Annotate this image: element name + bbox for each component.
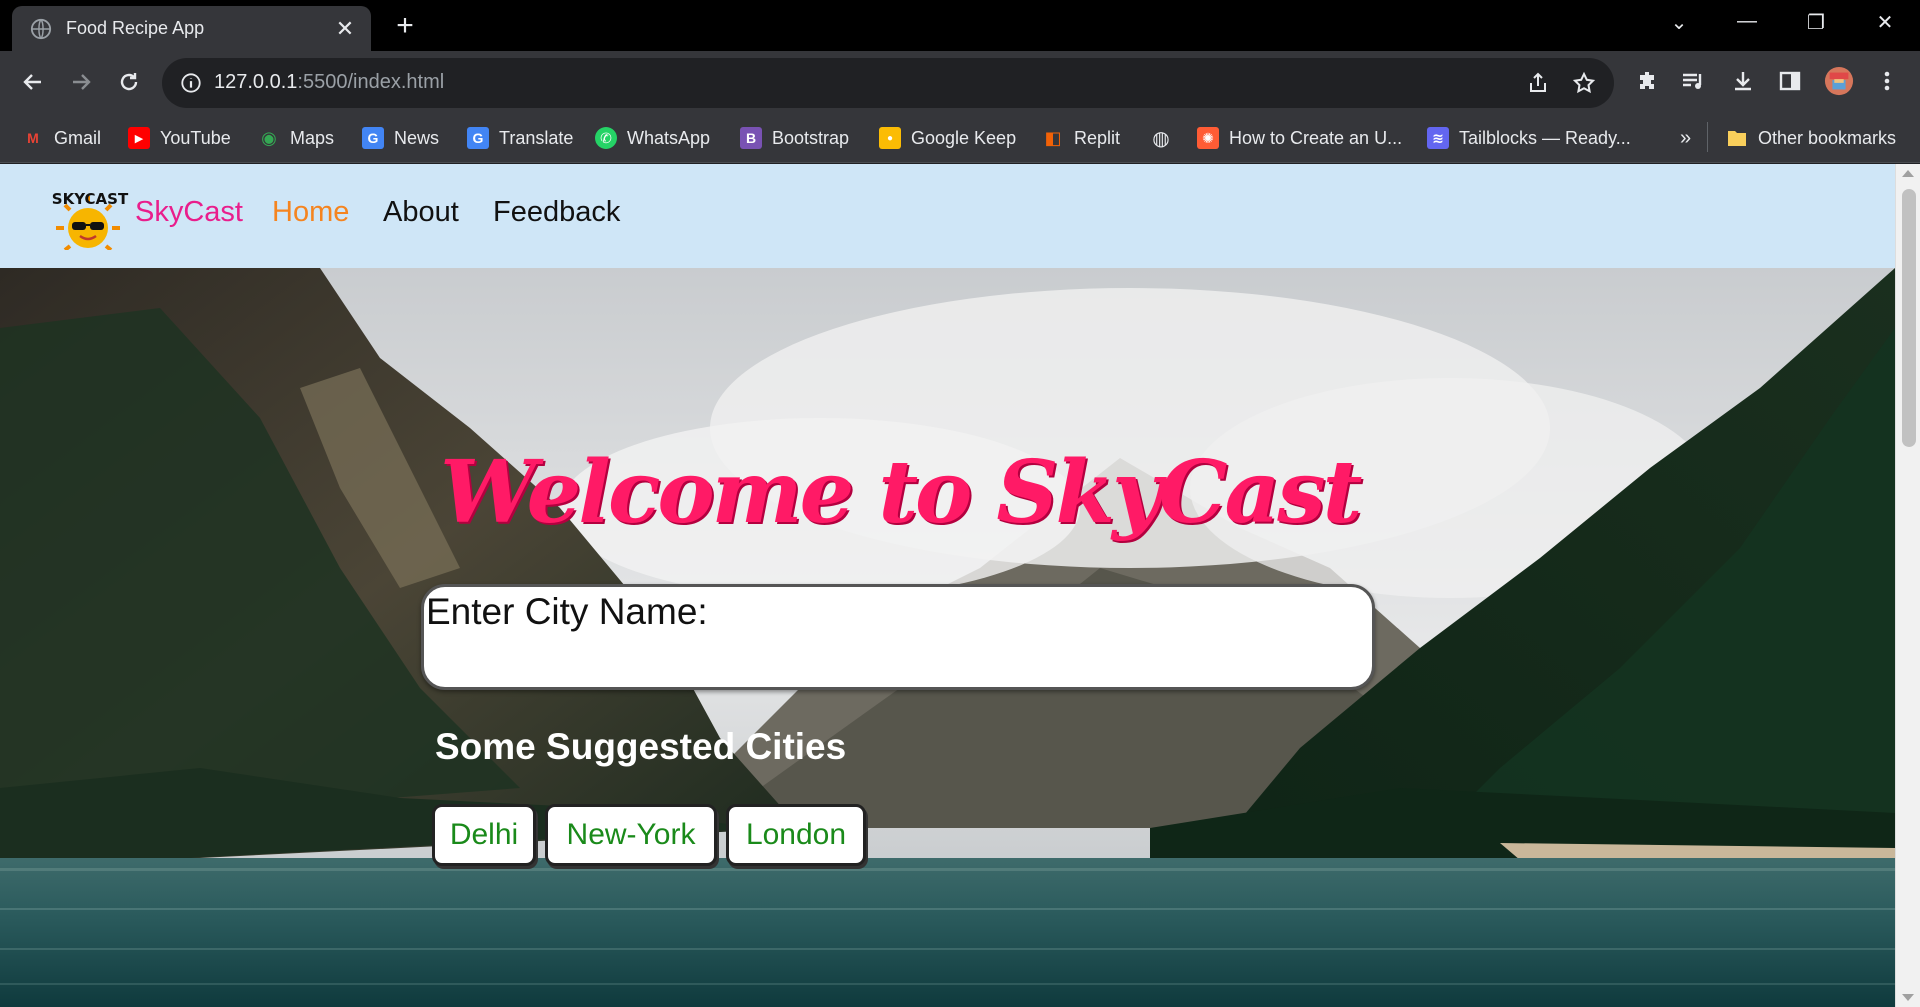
folder-icon xyxy=(1728,131,1746,146)
globe-icon: ◍ xyxy=(1152,127,1170,150)
tailblocks-icon: ≋ xyxy=(1427,127,1449,149)
scroll-down-arrow-icon[interactable] xyxy=(1902,994,1914,1001)
scrollbar-thumb[interactable] xyxy=(1902,189,1916,447)
gmail-icon: M xyxy=(27,130,39,146)
new-tab-button[interactable]: + xyxy=(390,11,420,41)
maps-icon: ◉ xyxy=(261,127,277,148)
restore-icon[interactable]: ❐ xyxy=(1801,10,1831,35)
tab-title: Food Recipe App xyxy=(66,18,205,38)
news-icon: G xyxy=(362,127,384,149)
url-text: 127.0.0.1:5500/index.html xyxy=(214,71,445,93)
whatsapp-icon: ✆ xyxy=(595,127,617,149)
page-viewport: SKYCAST SkyCast Home About Feedback Welc… xyxy=(0,164,1895,1007)
share-icon[interactable] xyxy=(1526,71,1550,95)
site-info-icon[interactable] xyxy=(180,72,202,94)
bookmark-how-to-create[interactable]: ✺ How to Create an U... xyxy=(1197,125,1402,151)
bookmark-maps[interactable]: ◉ Maps xyxy=(258,125,334,151)
bookmarks-separator xyxy=(1707,122,1708,152)
city-chip-london[interactable]: London xyxy=(726,804,866,866)
bookmarks-bar: M Gmail ▶ YouTube ◉ Maps G News G Translate ✆… xyxy=(0,113,1920,163)
menu-kebab-icon[interactable] xyxy=(1872,66,1902,96)
bookmark-globe[interactable]: ◍ xyxy=(1150,125,1182,151)
svg-text:SKYCAST: SKYCAST xyxy=(52,190,129,208)
download-icon[interactable] xyxy=(1728,66,1758,96)
back-arrow-icon xyxy=(23,74,41,90)
bookmark-whatsapp[interactable]: ✆ WhatsApp xyxy=(595,125,710,151)
tab-close-icon[interactable]: ✕ xyxy=(333,17,357,40)
bookmark-google-keep[interactable]: ● Google Keep xyxy=(879,125,1016,151)
brand-link[interactable]: SkyCast xyxy=(135,196,243,229)
welcome-heading: Welcome to SkyCast xyxy=(440,442,1362,543)
replit-icon: ◧ xyxy=(1044,127,1062,148)
page-scrollbar[interactable] xyxy=(1895,164,1920,1007)
tab-search-icon[interactable]: ⌄ xyxy=(1664,10,1694,35)
bookmark-replit[interactable]: ◧ Replit xyxy=(1042,125,1120,151)
bookmark-gmail[interactable]: M Gmail xyxy=(22,125,101,151)
city-chip-delhi[interactable]: Delhi xyxy=(432,804,536,866)
nav-about-link[interactable]: About xyxy=(383,196,459,229)
bookmark-bootstrap[interactable]: B Bootstrap xyxy=(740,125,849,151)
bookmarks-overflow-button[interactable]: » xyxy=(1680,125,1691,151)
forward-arrow-icon xyxy=(73,74,91,90)
bookmark-translate[interactable]: G Translate xyxy=(467,125,573,151)
city-input-label: Enter City Name: xyxy=(426,591,708,632)
browser-toolbar: 127.0.0.1:5500/index.html xyxy=(0,51,1920,113)
youtube-icon: ▶ xyxy=(128,127,150,149)
city-input[interactable] xyxy=(434,641,1354,681)
suggested-cities-title: Some Suggested Cities xyxy=(435,726,847,767)
bookmark-youtube[interactable]: ▶ YouTube xyxy=(128,125,231,151)
side-panel-icon[interactable] xyxy=(1775,66,1805,96)
nav-home-link[interactable]: Home xyxy=(272,196,349,229)
other-bookmarks[interactable]: Other bookmarks xyxy=(1726,125,1896,151)
city-search-box[interactable]: Enter City Name: xyxy=(421,584,1375,690)
bootstrap-icon: B xyxy=(740,127,762,149)
browser-tab[interactable]: Food Recipe App ✕ xyxy=(12,6,371,51)
translate-icon: G xyxy=(467,127,489,149)
media-control-icon[interactable] xyxy=(1678,66,1708,96)
forward-button[interactable] xyxy=(63,64,99,100)
scroll-up-arrow-icon[interactable] xyxy=(1902,170,1914,177)
skycast-logo[interactable]: SKYCAST xyxy=(50,184,130,250)
bookmark-star-icon[interactable] xyxy=(1572,71,1596,95)
globe-icon xyxy=(30,18,52,39)
reload-button[interactable] xyxy=(111,64,147,100)
hubspot-icon: ✺ xyxy=(1197,127,1219,149)
site-navbar: SKYCAST SkyCast Home About Feedback xyxy=(0,164,1895,268)
window-close-icon[interactable]: ✕ xyxy=(1870,10,1900,35)
minimize-icon[interactable]: — xyxy=(1732,10,1762,33)
city-chip-new-york[interactable]: New-York xyxy=(545,804,717,866)
nav-feedback-link[interactable]: Feedback xyxy=(493,196,620,229)
reload-icon xyxy=(120,73,138,91)
bookmark-news[interactable]: G News xyxy=(362,125,439,151)
extensions-icon[interactable] xyxy=(1632,66,1662,96)
keep-icon: ● xyxy=(879,127,901,149)
bookmark-tailblocks[interactable]: ≋ Tailblocks — Ready... xyxy=(1427,125,1631,151)
back-button[interactable] xyxy=(15,64,51,100)
address-bar[interactable]: 127.0.0.1:5500/index.html xyxy=(162,58,1614,108)
tab-strip: Food Recipe App ✕ + ⌄ — ❐ ✕ xyxy=(0,0,1920,51)
profile-avatar-icon[interactable] xyxy=(1824,66,1854,96)
